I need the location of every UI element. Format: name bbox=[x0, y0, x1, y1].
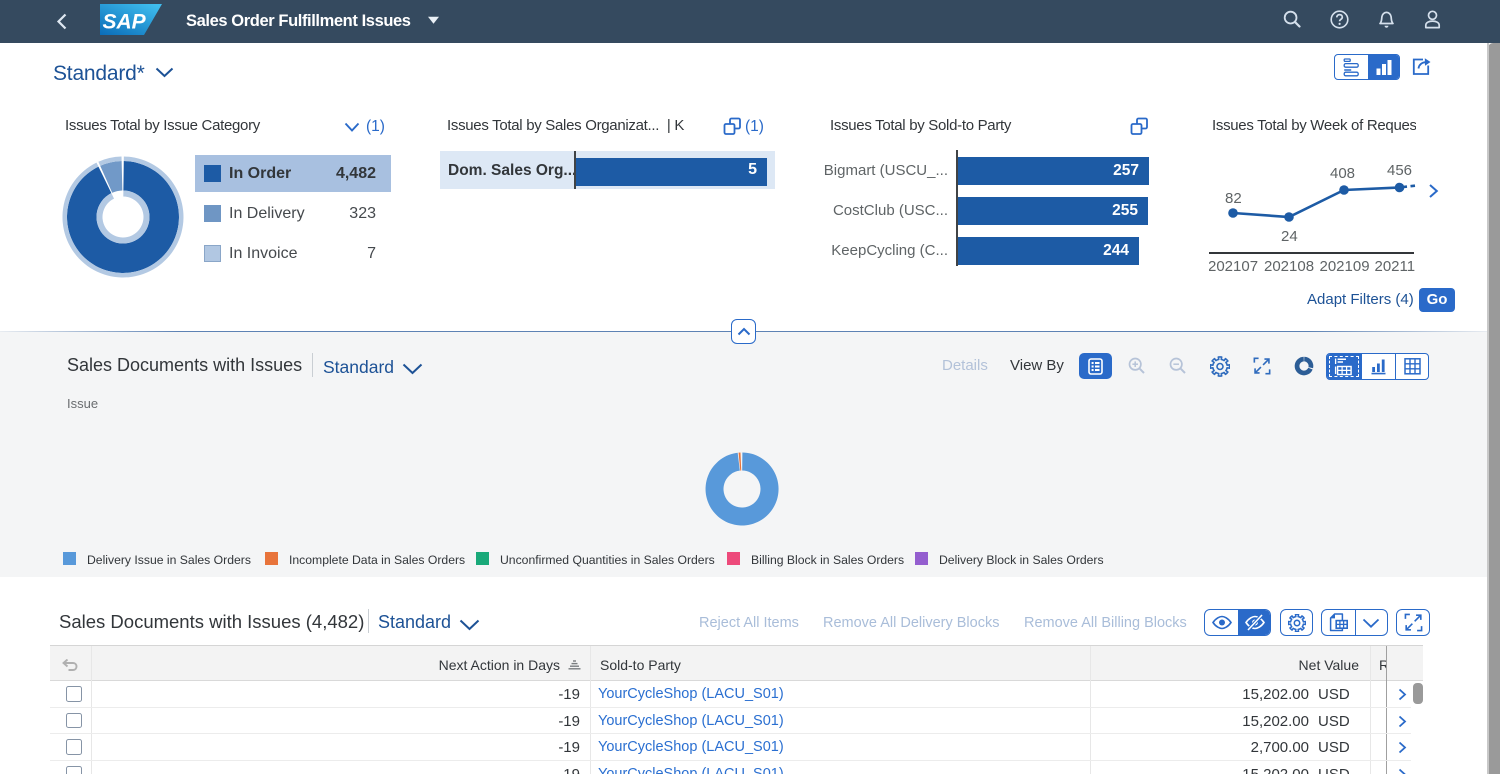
svg-text:SAP: SAP bbox=[103, 11, 147, 34]
